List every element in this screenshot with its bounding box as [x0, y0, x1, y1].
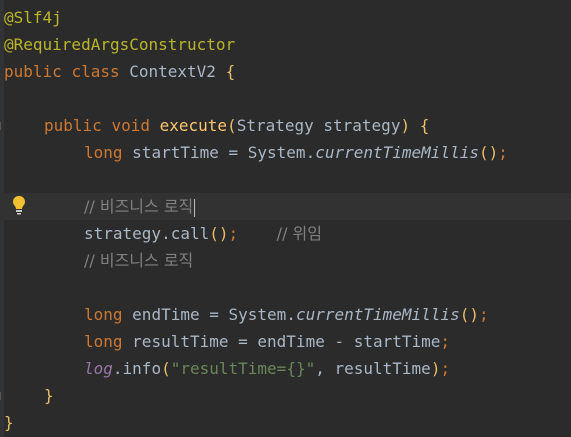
code-line-2[interactable]: @RequiredArgsConstructor [0, 31, 571, 58]
code-token: @RequiredArgsConstructor [4, 35, 236, 54]
code-token: startTime = System. [132, 143, 316, 162]
code-token: endTime = System. [132, 305, 296, 324]
code-line-4[interactable] [0, 85, 571, 112]
code-token: () [209, 224, 229, 243]
code-text: public class ContextV2 { [4, 58, 235, 85]
code-text: // 비즈니스 로직 [84, 247, 193, 274]
code-token: public [4, 62, 72, 81]
code-token: @Slf4j [4, 8, 62, 27]
code-token: ( [227, 116, 237, 135]
code-line-11[interactable] [0, 274, 571, 301]
code-token: resultTime = endTime - startTime [132, 332, 441, 351]
code-line-10[interactable]: // 비즈니스 로직 [0, 247, 571, 274]
code-token: strategy.call [84, 224, 210, 243]
code-token: long [84, 305, 133, 324]
code-token: ContextV2 [129, 62, 226, 81]
code-line-1[interactable]: @Slf4j [0, 4, 571, 31]
code-line-8[interactable]: // 비즈니스 로직 [0, 193, 571, 220]
code-text: long endTime = System.currentTimeMillis(… [84, 301, 489, 328]
code-token: "resultTime={}" [170, 359, 316, 378]
code-token: ) [400, 116, 420, 135]
code-line-9[interactable]: strategy.call(); // 위임 [0, 220, 571, 247]
code-line-14[interactable]: log.info("resultTime={}", resultTime); [0, 355, 571, 382]
code-token: Strategy strategy [236, 116, 401, 135]
fold-marker[interactable] [0, 392, 4, 400]
code-text: long startTime = System.currentTimeMilli… [84, 139, 508, 166]
fold-marker[interactable] [0, 122, 4, 130]
code-editor[interactable]: @Slf4j @RequiredArgsConstructor public c… [0, 0, 571, 437]
code-token: // 위임 [276, 224, 322, 243]
code-text: @Slf4j [4, 4, 62, 31]
code-token: () [478, 143, 499, 162]
code-token: } [44, 386, 54, 405]
code-token: .info [112, 359, 162, 378]
code-token: ; [498, 143, 508, 162]
code-token: , resultTime [315, 359, 431, 378]
code-token: void [111, 116, 160, 135]
code-token: log [84, 359, 113, 378]
code-token: currentTimeMillis [295, 305, 460, 324]
code-text: @RequiredArgsConstructor [4, 31, 235, 58]
code-text: strategy.call(); // 위임 [84, 220, 322, 247]
code-token: ; [228, 224, 239, 243]
code-line-6[interactable]: long startTime = System.currentTimeMilli… [0, 139, 571, 166]
code-token: public [44, 116, 112, 135]
code-token: () [459, 305, 479, 324]
code-line-7[interactable] [0, 166, 571, 193]
code-text: } [4, 409, 14, 436]
code-token: class [71, 62, 130, 81]
code-line-3[interactable]: public class ContextV2 { [0, 58, 571, 85]
code-token: // 비즈니스 로직 [84, 251, 194, 270]
code-text: } [44, 382, 54, 409]
code-token: long [84, 143, 133, 162]
code-token: currentTimeMillis [315, 143, 479, 162]
text-caret [194, 198, 196, 217]
code-token: long [84, 332, 133, 351]
code-line-15[interactable]: } [0, 382, 571, 409]
code-token: ; [478, 305, 489, 324]
code-line-12[interactable]: long endTime = System.currentTimeMillis(… [0, 301, 571, 328]
code-token: ( [161, 359, 171, 378]
code-token: execute [159, 116, 228, 135]
code-token: // 비즈니스 로직 [84, 197, 194, 216]
code-text: long resultTime = endTime - startTime; [84, 328, 450, 355]
code-token: { [419, 116, 430, 135]
code-token: ; [440, 359, 451, 378]
code-line-16[interactable]: } [0, 409, 571, 436]
code-line-13[interactable]: long resultTime = endTime - startTime; [0, 328, 571, 355]
lightbulb-icon[interactable] [12, 195, 26, 215]
code-token: ; [440, 332, 451, 351]
code-token: } [4, 413, 14, 432]
code-text: // 비즈니스 로직 [84, 193, 196, 220]
code-token: ) [430, 359, 441, 378]
code-token: { [225, 62, 236, 81]
code-line-5[interactable]: public void execute(Strategy strategy) { [0, 112, 571, 139]
code-text: public void execute(Strategy strategy) { [44, 112, 429, 139]
code-text: log.info("resultTime={}", resultTime); [84, 355, 450, 382]
